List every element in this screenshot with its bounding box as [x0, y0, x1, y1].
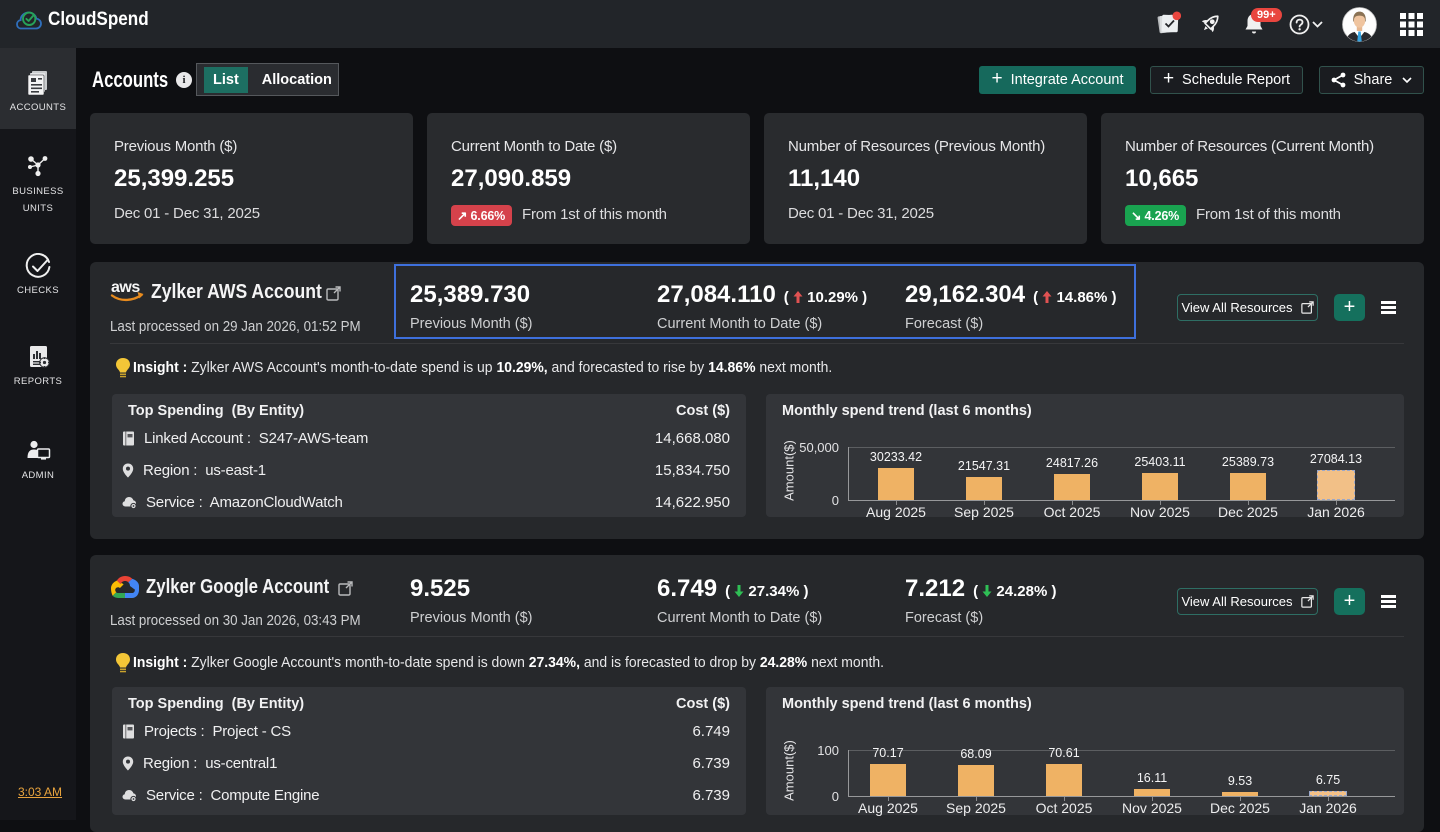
svg-text:aws: aws	[111, 279, 140, 296]
